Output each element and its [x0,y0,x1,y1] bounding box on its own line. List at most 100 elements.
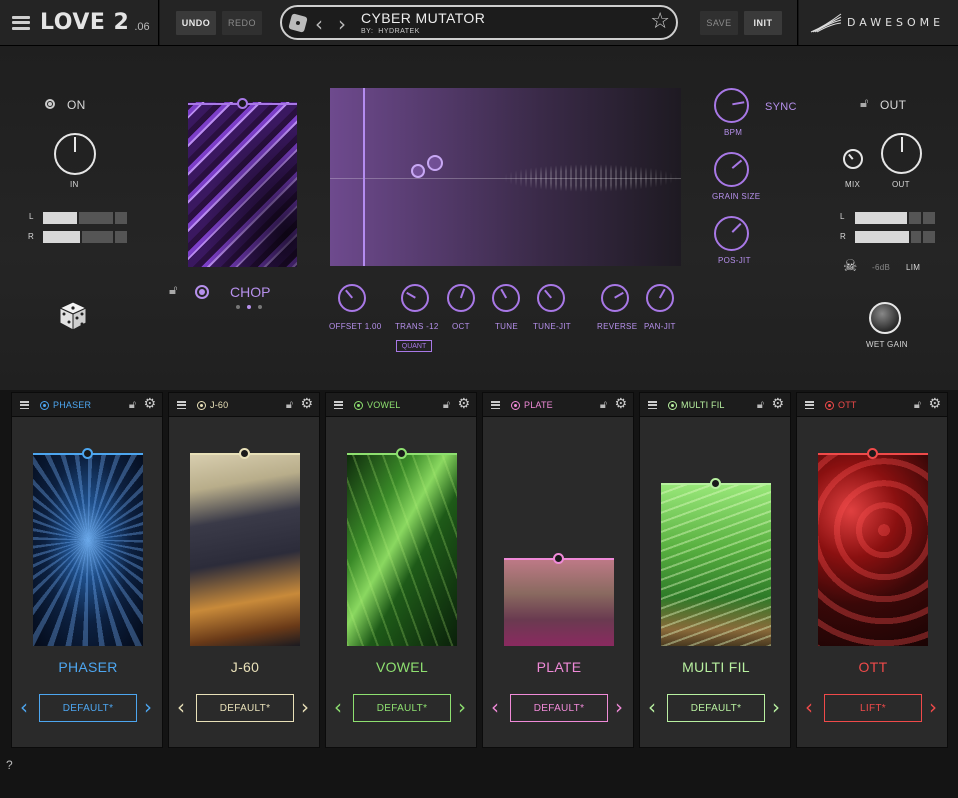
tune-knob[interactable] [492,284,520,312]
brand-box: DAWESOME [799,0,958,45]
module-settings-gear-icon[interactable]: ⚙ [928,396,941,412]
module-preset-selector[interactable]: DEFAULT* [510,694,608,722]
module-prev-preset-icon[interactable]: ‹ [177,695,185,719]
preset-name[interactable]: CYBER MUTATOR [361,10,485,26]
reverse-knob[interactable] [601,284,629,312]
output-lock-icon[interactable]: 🔓︎ [860,96,868,111]
lim-toggle[interactable]: LIM [906,263,920,272]
skull-icon[interactable]: ☠ [843,256,857,275]
module-settings-gear-icon[interactable]: ⚙ [457,396,470,412]
chop-power-toggle[interactable] [195,285,209,299]
module-amount-handle[interactable] [867,448,878,459]
module-menu-icon[interactable] [334,401,343,409]
module-power-toggle[interactable] [40,401,49,410]
grain-size-label: GRAIN SIZE [712,192,761,201]
module-title: J-60 [210,400,229,410]
module-preset-selector[interactable]: DEFAULT* [353,694,451,722]
save-button[interactable]: SAVE [700,11,738,35]
module-preset-selector[interactable]: LIFT* [824,694,922,722]
module-next-preset-icon[interactable]: › [615,695,623,719]
favorite-star-icon[interactable]: ☆ [650,9,670,34]
random-preset-dice-icon[interactable] [288,13,308,33]
undo-button[interactable]: UNDO [176,11,216,35]
playhead-line[interactable] [363,88,365,266]
module-multi-fil: MULTI FIL 🔓︎ ⚙ MULTI FIL ‹ DEFAULT* › [639,392,791,748]
module-power-toggle[interactable] [354,401,363,410]
pos-jit-label: POS-JIT [718,256,751,265]
module-lock-icon[interactable]: 🔓︎ [600,398,607,412]
mix-knob[interactable] [843,149,863,169]
module-menu-icon[interactable] [805,401,814,409]
tune-jit-knob[interactable] [537,284,565,312]
chop-label[interactable]: CHOP [230,284,270,300]
chop-page-dot-2[interactable] [247,305,251,309]
output-power-label[interactable]: OUT [880,98,906,112]
pos-jit-knob[interactable] [714,216,749,251]
module-lock-icon[interactable]: 🔓︎ [914,398,921,412]
chop-lock-icon[interactable]: 🔓︎ [169,283,177,298]
module-next-preset-icon[interactable]: › [144,695,152,719]
module-lock-icon[interactable]: 🔓︎ [129,398,136,412]
module-settings-gear-icon[interactable]: ⚙ [300,396,313,412]
module-prev-preset-icon[interactable]: ‹ [491,695,499,719]
module-power-toggle[interactable] [511,401,520,410]
help-icon[interactable]: ? [6,758,13,772]
wet-gain-knob[interactable] [869,302,901,334]
sync-toggle[interactable]: SYNC [765,101,797,113]
module-settings-gear-icon[interactable]: ⚙ [771,396,784,412]
output-gain-knob[interactable] [881,133,922,174]
bpm-knob[interactable] [714,88,749,123]
module-menu-icon[interactable] [648,401,657,409]
module-amount-handle[interactable] [82,448,93,459]
module-amount-handle[interactable] [710,478,721,489]
module-prev-preset-icon[interactable]: ‹ [334,695,342,719]
module-settings-gear-icon[interactable]: ⚙ [143,396,156,412]
module-menu-icon[interactable] [491,401,500,409]
module-preset-selector[interactable]: DEFAULT* [196,694,294,722]
module-prev-preset-icon[interactable]: ‹ [805,695,813,719]
input-gain-knob[interactable] [54,133,96,175]
chop-amount-handle[interactable] [237,98,248,109]
chop-page-dot-1[interactable] [236,305,240,309]
grain-size-knob[interactable] [714,152,749,187]
init-button[interactable]: INIT [744,11,782,35]
module-next-preset-icon[interactable]: › [772,695,780,719]
module-power-toggle[interactable] [668,401,677,410]
module-name: MULTI FIL [682,659,750,675]
module-prev-preset-icon[interactable]: ‹ [20,695,28,719]
quant-toggle[interactable]: QUANT [396,340,432,352]
module-menu-icon[interactable] [177,401,186,409]
randomize-dice-icon[interactable] [58,300,88,332]
input-meter-r-label: R [28,232,35,241]
module-amount-handle[interactable] [396,448,407,459]
module-power-toggle[interactable] [825,401,834,410]
module-menu-icon[interactable] [20,401,29,409]
module-lock-icon[interactable]: 🔓︎ [443,398,450,412]
module-lock-icon[interactable]: 🔓︎ [757,398,764,412]
preset-browser[interactable]: ‹ › CYBER MUTATOR BY: HYDRATEK ☆ [280,5,678,40]
module-next-preset-icon[interactable]: › [301,695,309,719]
prev-preset-icon[interactable]: ‹ [315,12,323,36]
main-menu-icon[interactable] [12,15,30,30]
module-next-preset-icon[interactable]: › [929,695,937,719]
trans-knob[interactable] [401,284,429,312]
chop-page-dot-3[interactable] [258,305,262,309]
input-power-toggle[interactable] [45,99,55,109]
module-name: VOWEL [375,659,429,675]
redo-button[interactable]: REDO [222,11,262,35]
module-amount-handle[interactable] [239,448,250,459]
offset-knob[interactable] [338,284,366,312]
oct-knob[interactable] [447,284,475,312]
module-lock-icon[interactable]: 🔓︎ [286,398,293,412]
next-preset-icon[interactable]: › [338,12,346,36]
module-next-preset-icon[interactable]: › [458,695,466,719]
module-amount-handle[interactable] [553,553,564,564]
module-settings-gear-icon[interactable]: ⚙ [614,396,627,412]
module-preset-selector[interactable]: DEFAULT* [39,694,137,722]
module-prev-preset-icon[interactable]: ‹ [648,695,656,719]
module-name: OTT [858,659,888,675]
pan-jit-knob[interactable] [646,284,674,312]
module-preset-selector[interactable]: DEFAULT* [667,694,765,722]
module-power-toggle[interactable] [197,401,206,410]
input-power-label: ON [67,98,86,112]
